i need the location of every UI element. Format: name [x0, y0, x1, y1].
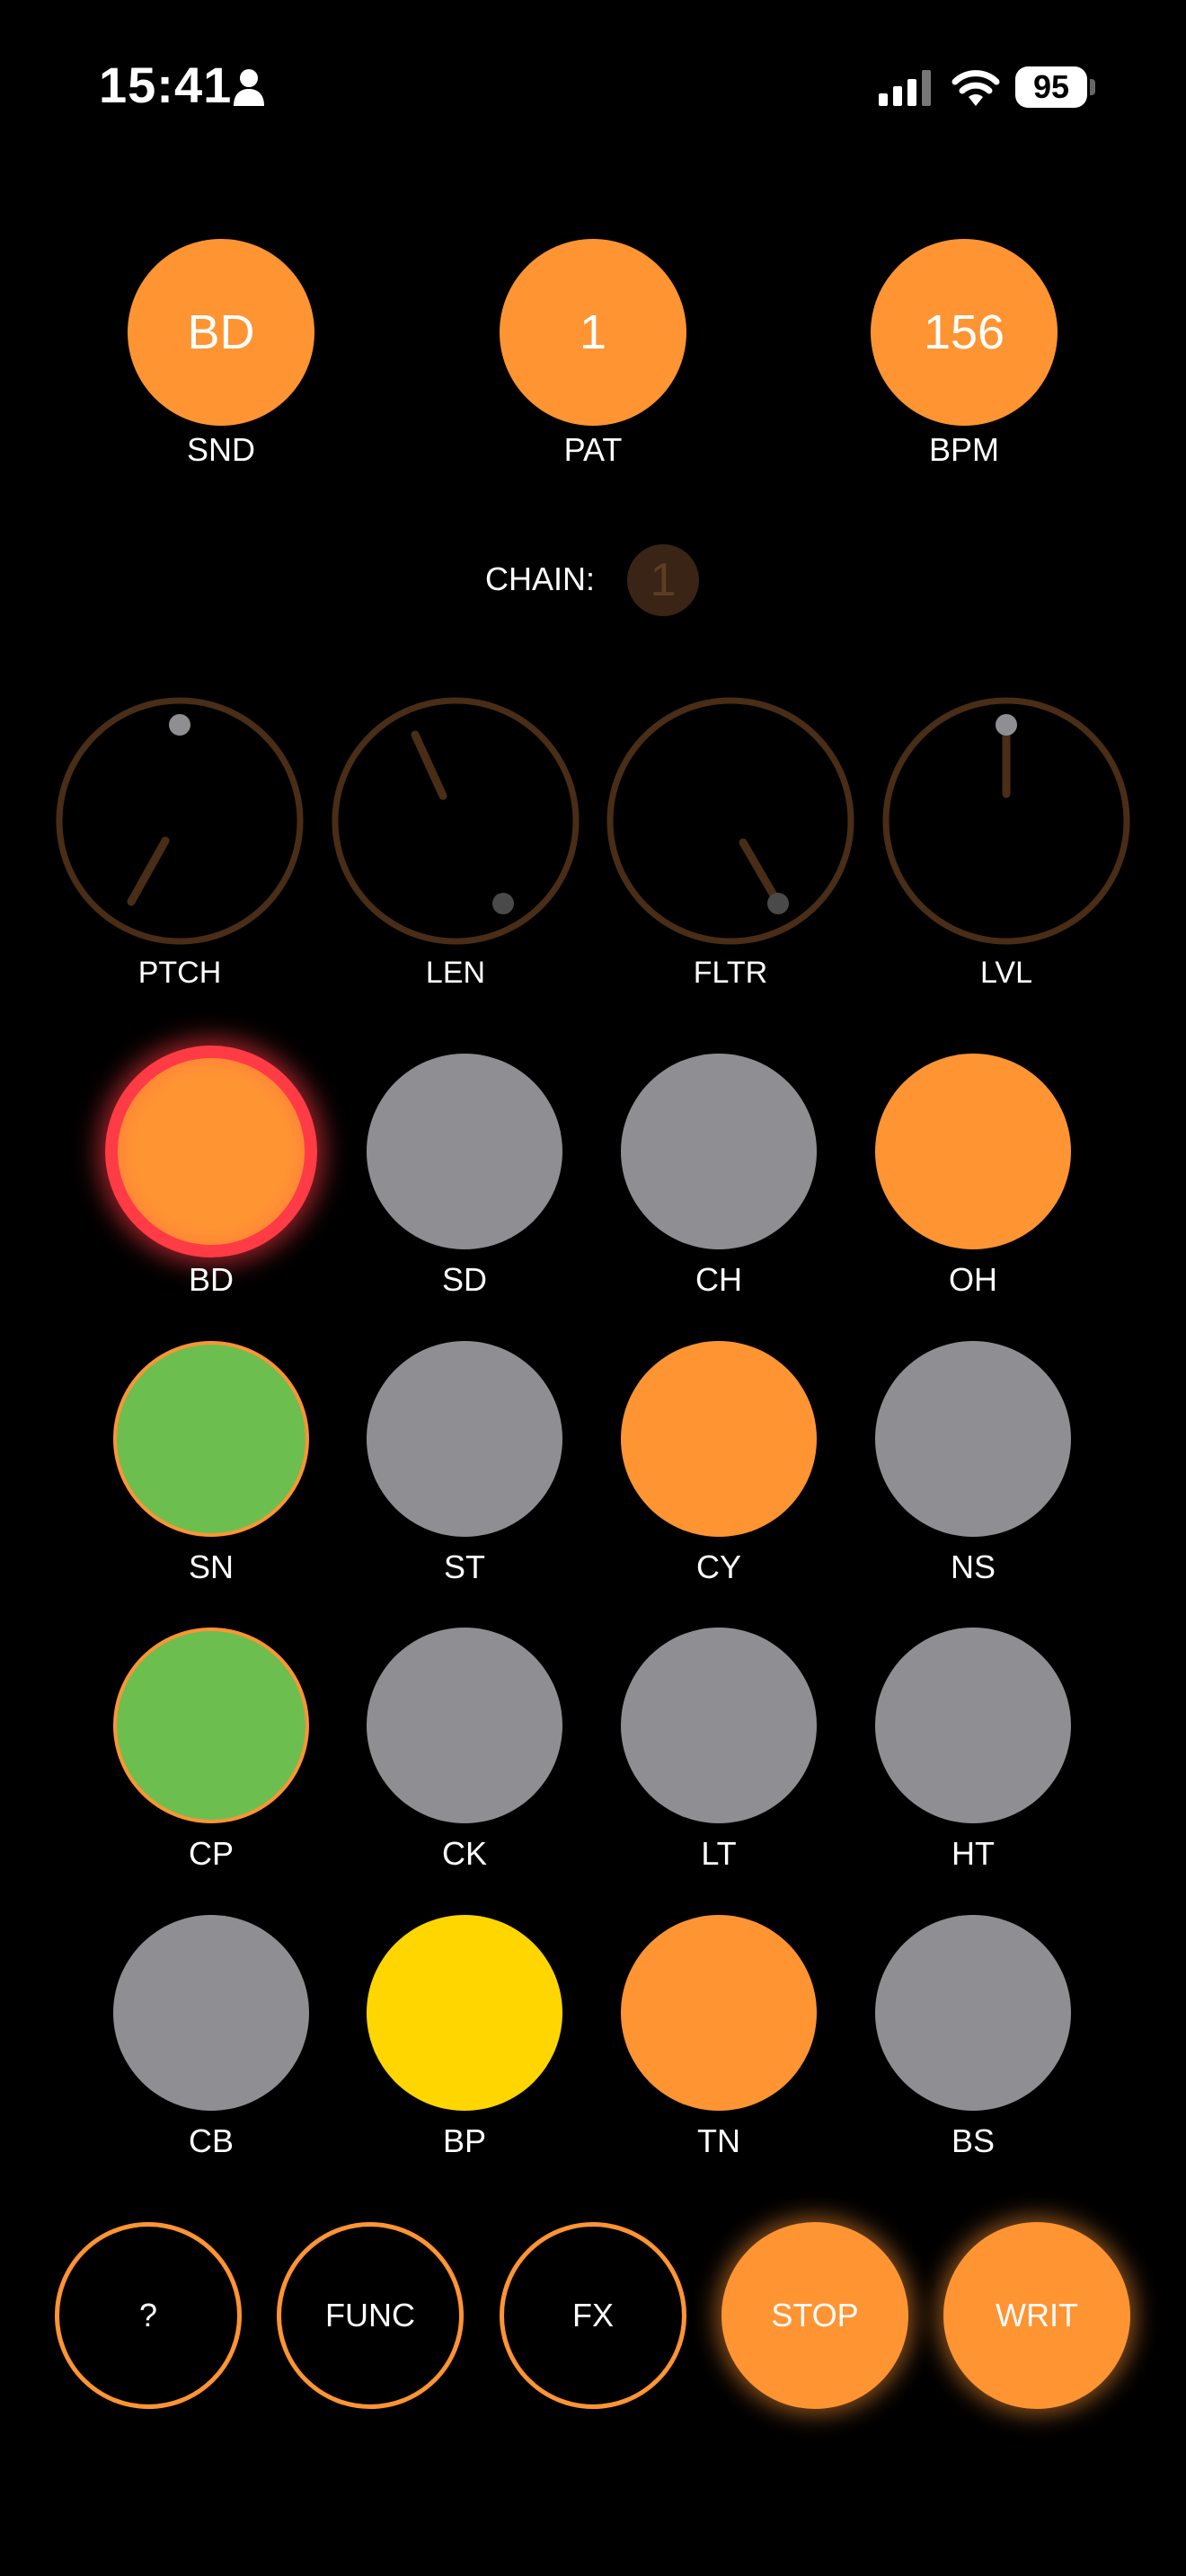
pad-tn[interactable]	[621, 1915, 817, 2111]
pad-label-cy: CY	[695, 1548, 741, 1585]
pitch-knob[interactable]	[54, 695, 305, 947]
person-icon	[234, 69, 264, 106]
sound-label: SND	[186, 431, 255, 468]
battery-tip	[1090, 79, 1095, 95]
write-button[interactable]: WRIT	[943, 2222, 1130, 2409]
pad-label-bs: BS	[951, 2122, 996, 2159]
length-label: LEN	[425, 956, 486, 990]
pad-label-tn: TN	[697, 2122, 740, 2159]
pad-label-sn: SN	[188, 1548, 234, 1585]
pad-label-ck: CK	[441, 1835, 487, 1872]
pad-label-cp: CP	[188, 1835, 234, 1872]
battery-indicator: 95	[1015, 66, 1087, 108]
pad-label-bd: BD	[188, 1261, 234, 1298]
pad-label-ch: CH	[695, 1261, 742, 1298]
length-knob[interactable]	[330, 695, 581, 947]
pad-st[interactable]	[367, 1341, 562, 1537]
help-button[interactable]: ?	[55, 2222, 242, 2409]
pad-ht[interactable]	[875, 1628, 1071, 1823]
chain-badge[interactable]: 1	[627, 544, 699, 616]
pad-sd[interactable]	[367, 1054, 562, 1249]
pad-ck[interactable]	[367, 1628, 562, 1823]
pad-bs[interactable]	[875, 1915, 1071, 2111]
stop-button[interactable]: STOP	[721, 2222, 908, 2409]
chain-label: CHAIN:	[485, 560, 596, 597]
wifi-icon	[951, 70, 1000, 106]
pad-label-ns: NS	[950, 1548, 996, 1585]
pad-cp[interactable]	[113, 1628, 309, 1823]
pad-lt[interactable]	[621, 1628, 817, 1823]
pad-label-oh: OH	[949, 1261, 997, 1298]
pad-cy[interactable]	[621, 1341, 817, 1537]
pitch-label: PTCH	[137, 956, 222, 990]
cellular-signal-icon	[879, 70, 931, 106]
pad-label-lt: LT	[701, 1835, 737, 1872]
filter-label: FLTR	[693, 956, 768, 990]
pad-sn[interactable]	[113, 1341, 309, 1537]
pad-cb[interactable]	[113, 1915, 309, 2111]
pad-oh[interactable]	[875, 1054, 1071, 1249]
pattern-label: PAT	[563, 431, 623, 468]
status-time: 15:41	[99, 57, 233, 113]
level-knob[interactable]	[881, 695, 1132, 947]
pattern-select-button[interactable]: 1	[500, 239, 686, 426]
fx-button[interactable]: FX	[500, 2222, 686, 2409]
func-button[interactable]: FUNC	[277, 2222, 464, 2409]
pad-bp[interactable]	[367, 1915, 562, 2111]
sound-select-button[interactable]: BD	[128, 239, 314, 426]
level-label: LVL	[980, 956, 1032, 990]
pad-bd[interactable]	[105, 1045, 317, 1257]
bpm-label: BPM	[928, 431, 999, 468]
pad-label-bp: BP	[442, 2122, 487, 2159]
pad-label-st: ST	[443, 1548, 485, 1585]
pad-ch[interactable]	[621, 1054, 817, 1249]
pad-label-sd: SD	[441, 1261, 487, 1298]
bpm-button[interactable]: 156	[871, 239, 1058, 426]
pad-label-ht: HT	[951, 1835, 995, 1872]
filter-knob[interactable]	[605, 695, 856, 947]
pad-ns[interactable]	[875, 1341, 1071, 1537]
pad-label-cb: CB	[188, 2122, 234, 2159]
